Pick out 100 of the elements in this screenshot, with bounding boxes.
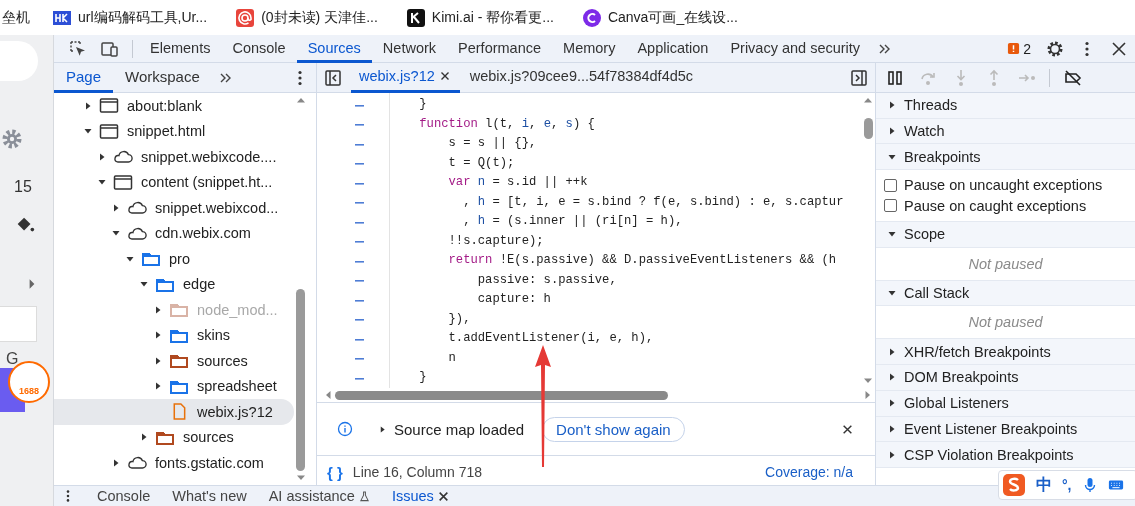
sidebar-toggle-icon[interactable] (323, 67, 343, 88)
tree-item[interactable]: snippet.webixcode.... (54, 144, 294, 170)
section-title: XHR/fetch Breakpoints (904, 343, 1051, 360)
caret-icon[interactable] (888, 373, 896, 382)
close-icon[interactable] (842, 423, 853, 435)
caret-icon[interactable] (112, 203, 120, 212)
dont-show-again-button[interactable]: Don't show again (542, 416, 685, 442)
section-header[interactable]: CSP Violation Breakpoints (876, 442, 1135, 468)
panel-tab[interactable]: Performance (447, 34, 553, 63)
bookmark-item[interactable]: Kimi.ai - 帮你看更... (405, 7, 554, 28)
drawer-tab[interactable]: What's new (161, 486, 258, 506)
tree-item[interactable]: skins (54, 322, 294, 348)
caret-icon[interactable] (98, 178, 106, 187)
section-header[interactable]: Event Listener Breakpoints (876, 416, 1135, 443)
info-icon (337, 421, 353, 437)
file-tab[interactable]: webix.js?12 (351, 62, 460, 93)
tree-item[interactable]: sources (54, 348, 294, 374)
code-line: t.addEventListener(i, e, h), (447, 330, 655, 347)
caret-icon[interactable] (888, 127, 896, 136)
panel-tab[interactable]: Console (221, 34, 297, 63)
section-header[interactable]: Threads (876, 93, 1135, 119)
sidebar-toggle-icon[interactable] (849, 67, 869, 88)
caret-icon[interactable] (888, 230, 896, 239)
bookmark-item[interactable]: url编码解码工具,Ur... (52, 7, 208, 28)
scroll-left-icon[interactable] (325, 390, 331, 400)
section-header[interactable]: XHR/fetch Breakpoints (876, 339, 1135, 366)
tree-item[interactable]: pro (54, 246, 294, 272)
code-line: passive: s.passive, (476, 271, 618, 289)
scroll-right-icon[interactable] (865, 390, 871, 400)
scroll-down-icon[interactable] (295, 475, 306, 481)
tree-item[interactable]: spreadsheet (54, 373, 294, 399)
close-icon[interactable] (437, 490, 449, 502)
scroll-down-icon[interactable] (863, 378, 873, 384)
deactivate-breakpoints-icon[interactable] (1062, 67, 1083, 88)
tree-item[interactable]: cdn.webix.com (54, 220, 294, 246)
tree-item[interactable]: webix.js?12 (54, 399, 294, 425)
caret-icon[interactable] (888, 289, 896, 298)
scroll-up-icon[interactable] (863, 97, 873, 103)
navigator-tab[interactable]: Workspace (113, 62, 212, 93)
section-header[interactable]: Breakpoints (876, 144, 1135, 171)
caret-icon[interactable] (84, 101, 92, 110)
caret-icon[interactable] (140, 433, 148, 442)
scrollbar-thumb[interactable] (335, 390, 668, 400)
section-header[interactable]: Watch (876, 118, 1135, 145)
tree-item[interactable]: content (snippet.ht... (54, 169, 294, 195)
close-icon[interactable] (439, 71, 450, 81)
tree-item[interactable]: snippet.webixcod... (54, 195, 294, 221)
pretty-print-button[interactable]: { } (327, 463, 343, 481)
tree-item[interactable]: fonts.gstatic.com (54, 450, 294, 476)
scroll-up-icon[interactable] (295, 97, 306, 103)
drawer-tab[interactable]: Issues (380, 486, 460, 506)
caret-icon[interactable] (154, 331, 162, 340)
issues-badge[interactable]: 2 (1007, 40, 1031, 57)
section-header[interactable]: Scope (876, 222, 1135, 248)
caret-icon[interactable] (126, 254, 134, 263)
tree-item[interactable]: edge (54, 271, 294, 297)
at-sign-icon (235, 7, 256, 28)
caret-icon[interactable] (379, 425, 386, 433)
punctuation-toggle[interactable]: °, (1062, 477, 1072, 493)
bookmark-item[interactable]: Canva可画_在线设... (581, 7, 738, 28)
section-header[interactable]: Global Listeners (876, 390, 1135, 417)
section-header[interactable]: DOM Breakpoints (876, 365, 1135, 391)
coverage-link[interactable]: Coverage: n/a (765, 464, 853, 480)
caret-icon[interactable] (112, 458, 120, 467)
caret-icon[interactable] (888, 399, 896, 408)
panel-tab[interactable]: Network (371, 34, 448, 63)
caret-icon[interactable] (112, 229, 120, 238)
input-field[interactable] (0, 306, 37, 342)
panel-tab[interactable]: Application (626, 34, 720, 63)
tree-item[interactable]: sources (54, 424, 294, 450)
caret-icon[interactable] (154, 382, 162, 391)
caret-icon[interactable] (888, 101, 896, 110)
logo-icon[interactable] (1002, 473, 1026, 497)
section-header[interactable]: Call Stack (876, 280, 1135, 307)
drawer-tab[interactable]: Console (86, 486, 162, 506)
caret-icon[interactable] (84, 127, 92, 136)
bookmark-item[interactable]: (0封未读) 天津佳... (235, 7, 378, 28)
file-tab[interactable]: webix.js?09cee9...54f78384df4d5c (461, 62, 704, 93)
tree-item[interactable]: about:blank (54, 93, 294, 119)
code-line: , h = [t, i, e = s.bind ? f(e, s.bind) : e, s.captur (462, 193, 845, 211)
input-mode-toggle[interactable]: 中 (1036, 474, 1052, 496)
panel-tab[interactable]: Privacy and security (719, 34, 872, 63)
scrollbar-thumb[interactable] (296, 289, 305, 471)
tree-item[interactable]: snippet.html (54, 118, 294, 144)
caret-icon[interactable] (140, 280, 148, 289)
scrollbar-thumb[interactable] (863, 117, 873, 140)
caret-icon[interactable] (888, 424, 896, 433)
caret-icon[interactable] (98, 152, 106, 161)
navigator-tab[interactable]: Page (54, 62, 114, 93)
bookmark-item[interactable]: 垒机 (2, 8, 30, 27)
panel-tab[interactable]: Memory (552, 34, 627, 63)
checkbox[interactable] (884, 199, 897, 213)
caret-icon[interactable] (154, 305, 162, 314)
drawer-tab[interactable]: AI assistance (257, 486, 381, 506)
panel-tab[interactable]: Elements (139, 34, 222, 63)
caret-icon[interactable] (888, 347, 896, 356)
caret-icon[interactable] (888, 152, 896, 161)
checkbox[interactable] (884, 178, 897, 192)
caret-icon[interactable] (154, 356, 162, 365)
caret-icon[interactable] (888, 450, 896, 459)
